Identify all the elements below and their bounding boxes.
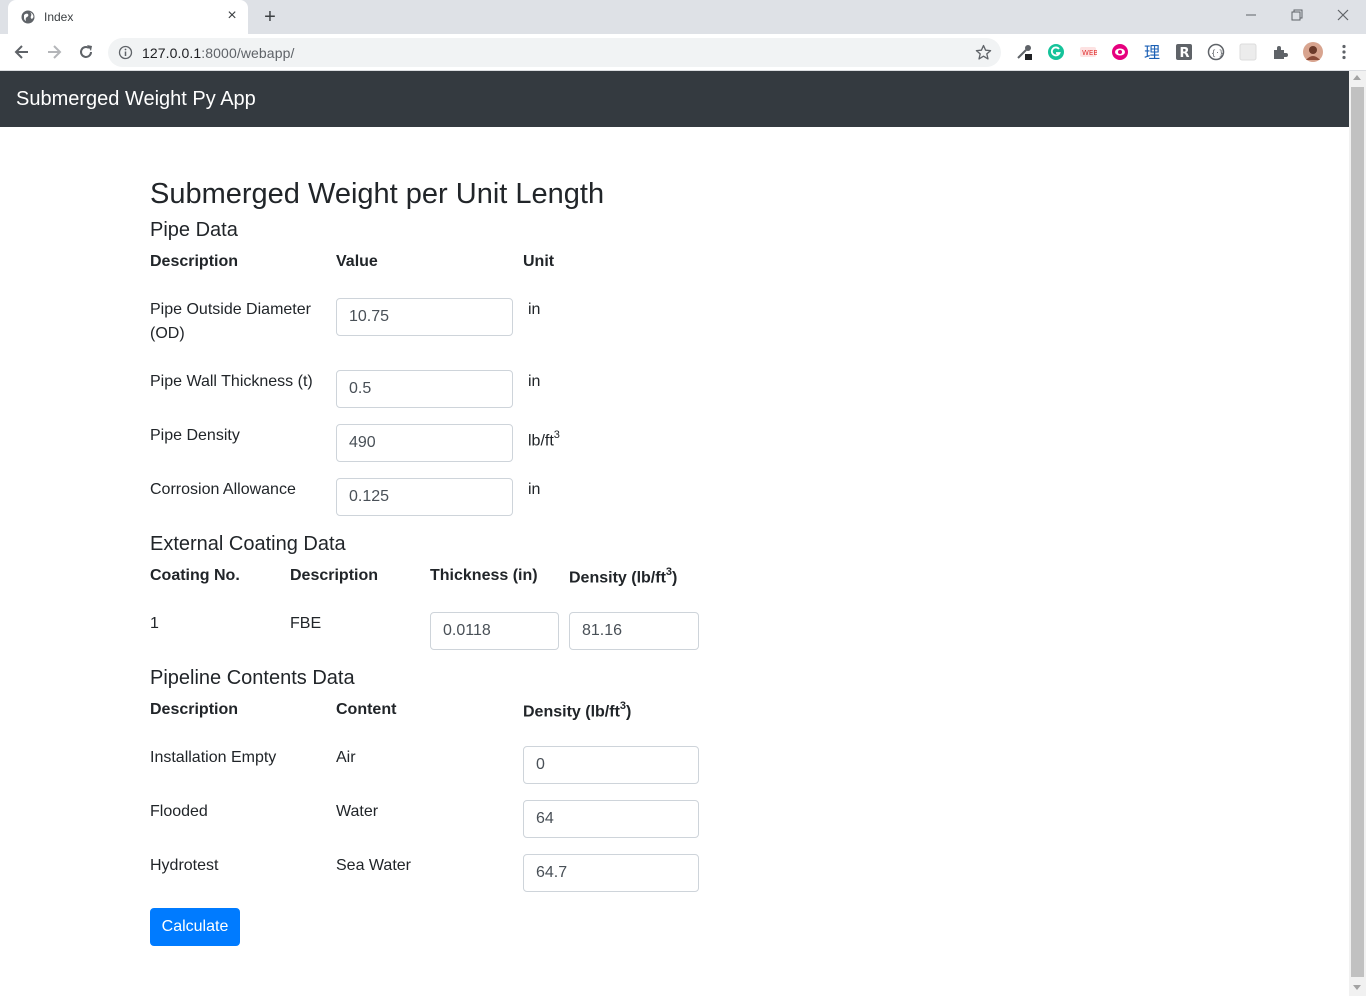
calculate-button[interactable]: Calculate [150, 908, 240, 946]
od-label: Pipe Outside Diameter (OD) [150, 301, 311, 342]
svg-text:理: 理 [1144, 43, 1160, 61]
pipe-header-unit: Unit [523, 253, 555, 270]
globe-icon [21, 10, 35, 24]
eyedropper-extension-icon[interactable] [1015, 43, 1033, 61]
tab-title: Index [44, 10, 74, 24]
minimize-icon[interactable] [1241, 6, 1261, 26]
tab-strip: Index × + [0, 0, 1366, 34]
contents-row-description: Installation Empty [150, 749, 277, 766]
pipe-density-unit: lb/ft3 [528, 424, 560, 453]
corrosion-allowance-label: Corrosion Allowance [150, 481, 296, 498]
url-text: 127.0.0.1:8000/webapp/ [142, 45, 294, 61]
coating-header-thickness: Thickness (in) [430, 567, 538, 584]
contents-header-description: Description [150, 701, 239, 718]
coating-header-density-text: Density (lb/ft [569, 569, 666, 587]
avatar[interactable] [1303, 42, 1323, 62]
contents-data-heading: Pipeline Contents Data [150, 667, 355, 689]
browser-toolbar: 127.0.0.1:8000/webapp/ WEB 理 R {·} [0, 34, 1366, 71]
page-title: Submerged Weight per Unit Length [150, 178, 605, 210]
hydrotest-density-input[interactable] [523, 854, 699, 892]
coating-thickness-input[interactable] [430, 612, 559, 650]
wall-thickness-label: Pipe Wall Thickness (t) [150, 373, 313, 390]
close-icon[interactable]: × [224, 8, 240, 24]
navbar-brand[interactable]: Submerged Weight Py App [16, 88, 256, 111]
address-bar[interactable]: 127.0.0.1:8000/webapp/ [108, 38, 1001, 67]
coating-header-density-exponent: 3 [665, 566, 673, 578]
installation-empty-density-input[interactable] [523, 746, 699, 784]
grammarly-extension-icon[interactable] [1047, 43, 1065, 61]
od-input[interactable] [336, 298, 513, 336]
contents-header-content: Content [336, 701, 397, 718]
pipe-density-label: Pipe Density [150, 427, 240, 444]
coating-description: FBE [290, 615, 322, 632]
contents-header-density-close: ) [626, 703, 632, 721]
contents-row-content: Sea Water [336, 857, 411, 874]
pipe-header-description: Description [150, 253, 239, 270]
contents-header-density-text: Density (lb/ft [523, 703, 620, 721]
coating-header-density: Density (lb/ft3) [569, 566, 678, 587]
code-extension-icon[interactable]: {·} [1207, 43, 1225, 61]
forward-icon[interactable] [44, 42, 64, 62]
coating-data-heading: External Coating Data [150, 533, 346, 555]
corrosion-allowance-unit: in [528, 481, 541, 498]
menu-icon[interactable] [1335, 43, 1353, 61]
window-close-icon[interactable] [1333, 6, 1353, 26]
plus-icon[interactable]: + [260, 7, 280, 27]
contents-row-description: Hydrotest [150, 857, 219, 874]
url-path: :8000/webapp/ [201, 45, 295, 61]
contents-header-density: Density (lb/ft3) [523, 700, 632, 721]
url-host: 127.0.0.1 [142, 45, 202, 61]
coating-header-description: Description [290, 567, 379, 584]
pipe-density-input[interactable] [336, 424, 513, 462]
contents-row-content: Water [336, 803, 379, 820]
r-extension-icon[interactable]: R [1175, 43, 1193, 61]
coating-density-input[interactable] [569, 612, 699, 650]
coating-header-density-close: ) [672, 569, 678, 587]
flooded-density-input[interactable] [523, 800, 699, 838]
pipe-density-unit-base: lb/ft [528, 432, 554, 450]
od-unit: in [528, 301, 541, 318]
coating-no: 1 [150, 615, 159, 632]
pipe-density-unit-exponent: 3 [553, 429, 560, 441]
scrollbar[interactable] [1349, 71, 1366, 996]
svg-text:WEB: WEB [1082, 49, 1097, 57]
eye-extension-icon[interactable] [1111, 43, 1129, 61]
web-extension-icon[interactable]: WEB [1079, 43, 1097, 61]
scroll-up-icon[interactable] [1353, 75, 1361, 80]
corrosion-allowance-input[interactable] [336, 478, 513, 516]
wall-thickness-unit: in [528, 373, 541, 390]
pipe-data-heading: Pipe Data [150, 219, 238, 241]
scroll-down-icon[interactable] [1353, 985, 1361, 990]
extensions-icon[interactable] [1271, 43, 1289, 61]
dictionary-extension-icon[interactable]: 理 [1143, 43, 1161, 61]
back-icon[interactable] [12, 42, 32, 62]
navbar: Submerged Weight Py App [0, 71, 1349, 127]
wall-thickness-input[interactable] [336, 370, 513, 408]
contents-header-density-exponent: 3 [619, 700, 627, 712]
pipe-header-value: Value [336, 253, 378, 270]
svg-text:{·}: {·} [1211, 49, 1224, 58]
browser-tab[interactable]: Index × [8, 0, 248, 34]
reload-icon[interactable] [76, 42, 96, 62]
info-icon[interactable] [118, 45, 133, 60]
contents-row-description: Flooded [150, 803, 208, 820]
svg-text:R: R [1180, 46, 1190, 61]
blank-extension-icon[interactable] [1239, 43, 1257, 61]
restore-icon[interactable] [1287, 6, 1307, 26]
star-icon[interactable] [975, 44, 992, 61]
coating-header-no: Coating No. [150, 567, 240, 584]
contents-row-content: Air [336, 749, 356, 766]
scroll-thumb[interactable] [1351, 87, 1364, 977]
